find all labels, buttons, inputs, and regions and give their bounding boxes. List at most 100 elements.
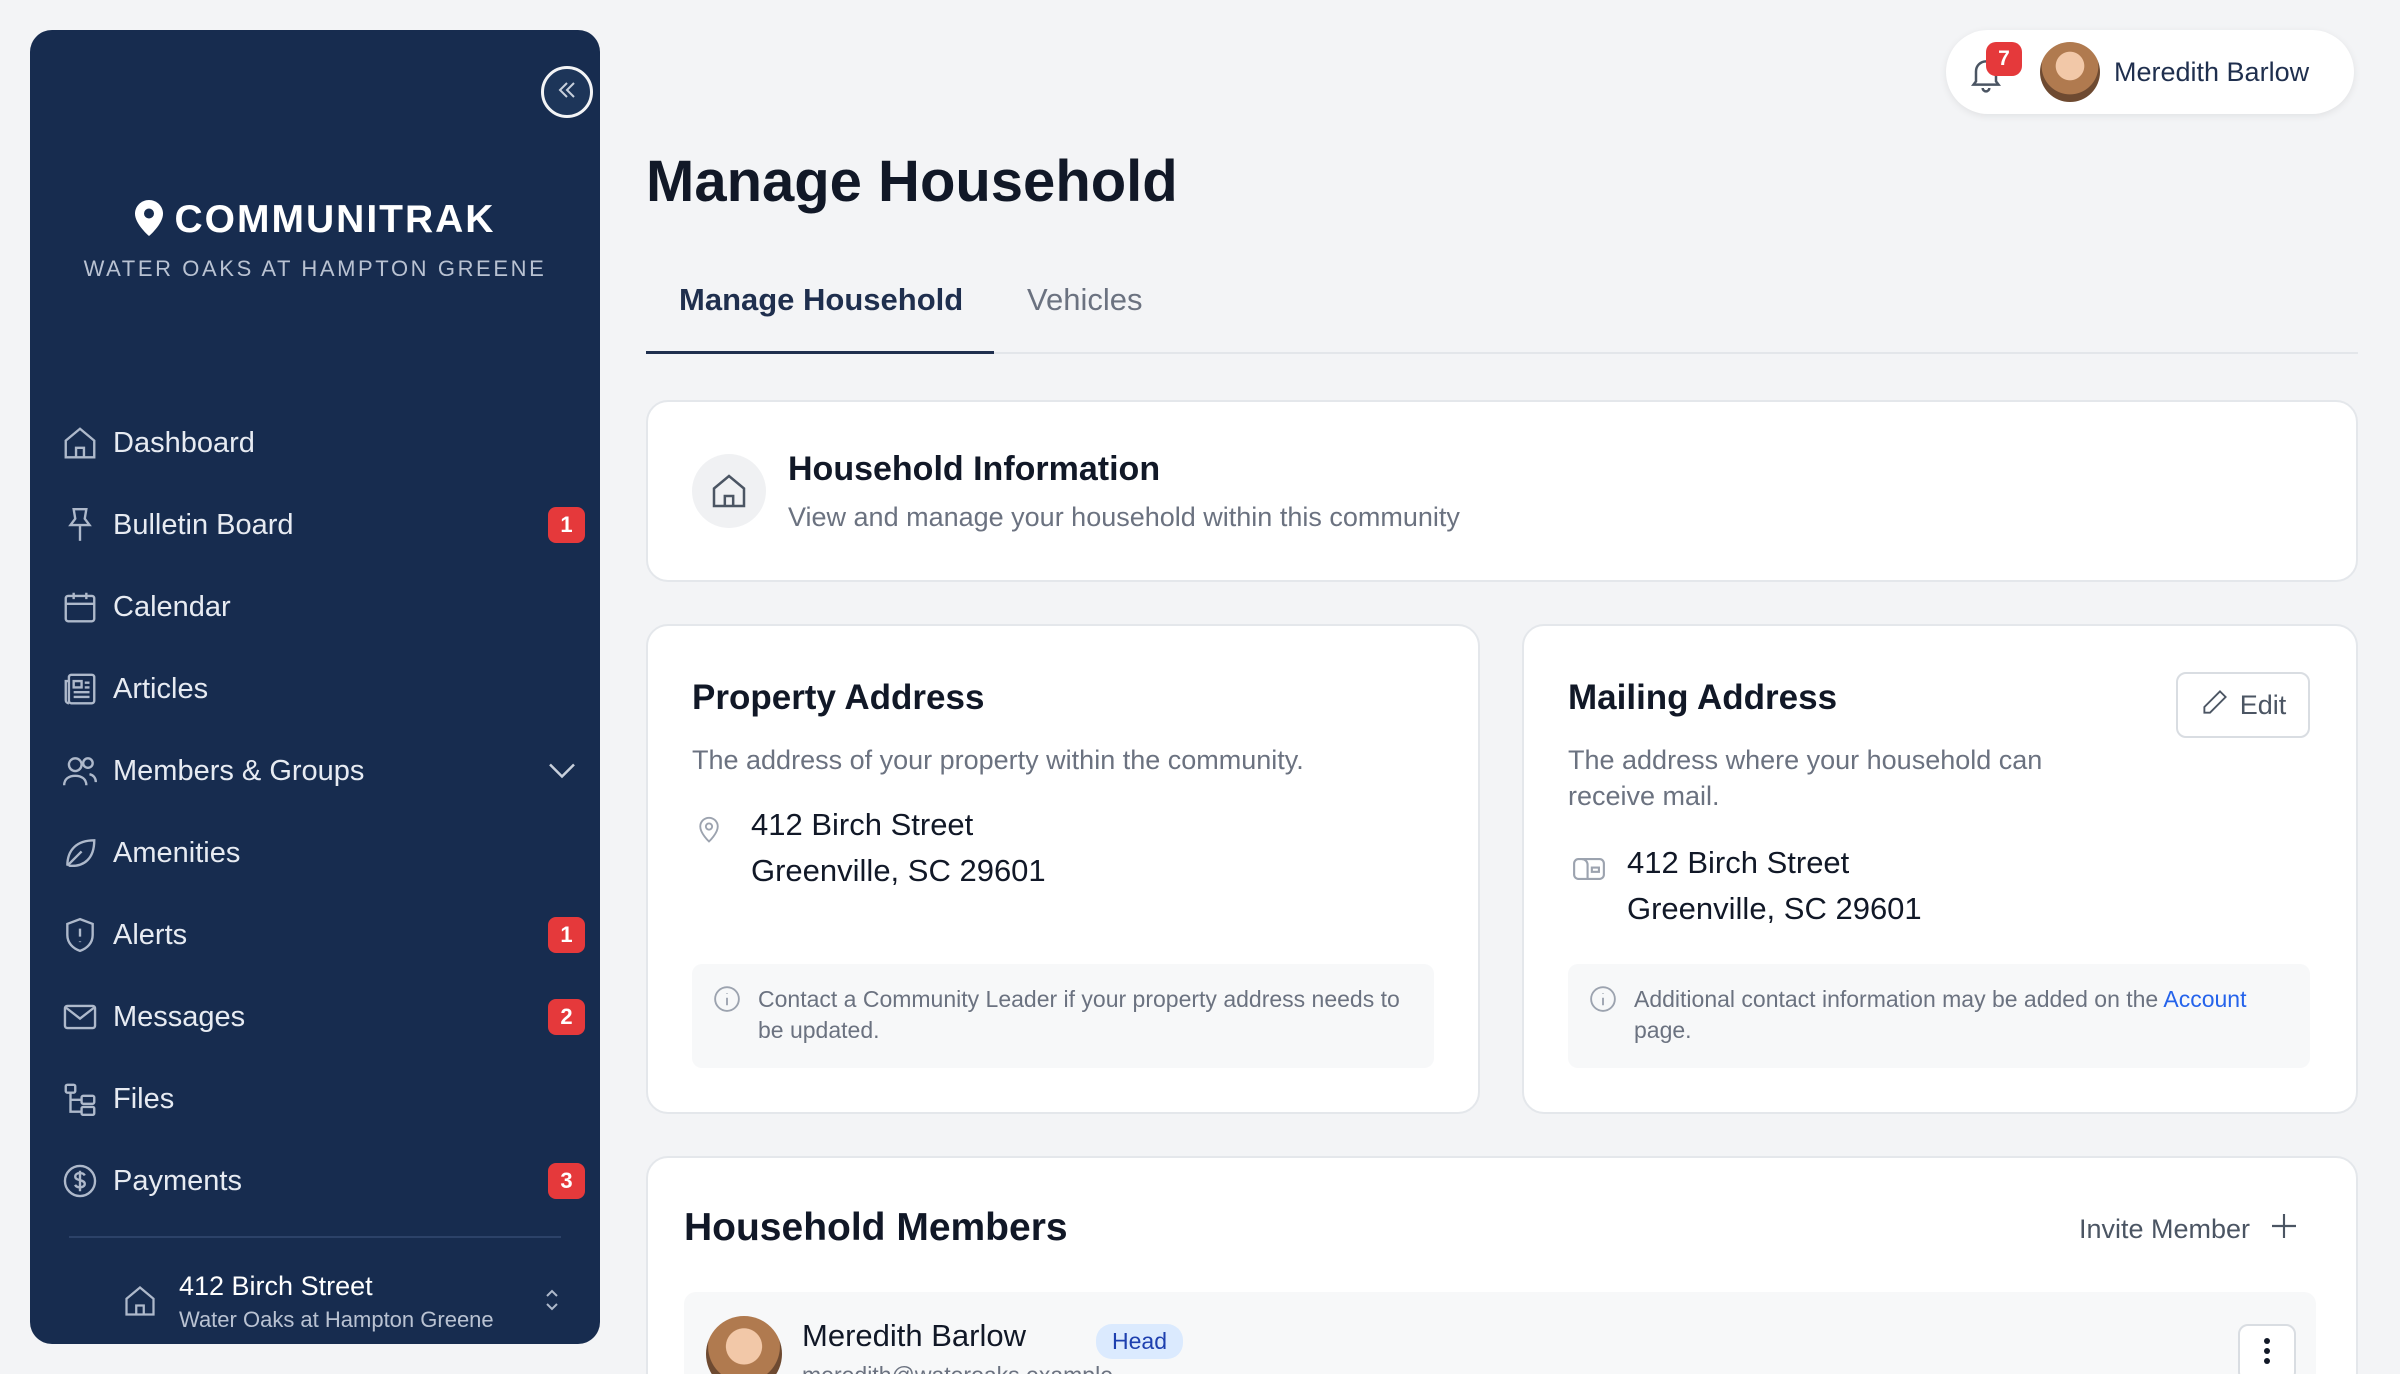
property-address-card: Property Address The address of your pro… <box>646 624 1480 1114</box>
household-switcher[interactable]: 412 Birch Street Water Oaks at Hampton G… <box>90 1267 570 1337</box>
card-title: Mailing Address <box>1568 678 1838 717</box>
dollar-circle-icon <box>60 1161 100 1201</box>
mail-icon <box>60 997 100 1037</box>
brand: COMMUNITRAK WATER OAKS AT HAMPTON GREENE <box>30 198 600 282</box>
account-link[interactable]: Account <box>2163 986 2246 1012</box>
more-options-button[interactable] <box>2238 1324 2296 1374</box>
sidebar-item-label: Payments <box>113 1164 242 1197</box>
pencil-icon <box>2200 687 2230 724</box>
card-title: Property Address <box>692 678 985 717</box>
community-name: WATER OAKS AT HAMPTON GREENE <box>83 256 547 281</box>
household-address: 412 Birch Street <box>179 1271 373 1301</box>
sidebar-divider <box>69 1236 561 1238</box>
address-line-2: Greenville, SC 29601 <box>751 853 1046 888</box>
sidebar-item-label: Members & Groups <box>113 754 365 787</box>
edit-button-label: Edit <box>2239 689 2287 720</box>
user-name[interactable]: Meredith Barlow <box>2114 57 2309 88</box>
brand-name[interactable]: COMMUNITRAK <box>175 198 496 242</box>
home-icon <box>60 423 100 463</box>
mailing-address-card: Mailing Address Edit The address where y… <box>1522 624 2358 1114</box>
sidebar-item-calendar[interactable]: Calendar <box>60 566 585 648</box>
plus-icon <box>2268 1210 2300 1249</box>
member-name: Meredith Barlow <box>802 1318 1026 1353</box>
card-title: Household Members <box>684 1206 1068 1249</box>
address-line-1: 412 Birch Street <box>1627 845 1850 880</box>
note-text-suffix: page. <box>1634 1017 1692 1043</box>
invite-member-label: Invite Member <box>2078 1214 2250 1244</box>
avatar <box>706 1316 782 1374</box>
chevrons-left-icon <box>556 79 578 106</box>
card-subtitle: View and manage your household within th… <box>788 502 1460 532</box>
description-line: The address where your household can <box>1568 745 2043 775</box>
note-text: Contact a Community Leader if your prope… <box>758 986 1400 1043</box>
active-tab-indicator <box>646 351 994 354</box>
sidebar-item-files[interactable]: Files <box>60 1058 585 1140</box>
page-title: Manage Household <box>646 149 1178 214</box>
tab-label: Vehicles <box>1027 282 1143 317</box>
tab-vehicles[interactable]: Vehicles <box>1027 282 1142 348</box>
sidebar-item-payments[interactable]: Payments 3 <box>60 1140 585 1222</box>
household-members-card: Household Members Invite Member Meredith… <box>646 1156 2358 1374</box>
home-icon <box>122 1283 158 1324</box>
info-icon <box>1588 984 1618 1019</box>
sidebar-item-amenities[interactable]: Amenities <box>60 812 585 894</box>
notification-count-badge: 7 <box>1986 42 2022 76</box>
sidebar-item-articles[interactable]: Articles <box>60 648 585 730</box>
calendar-icon <box>60 587 100 627</box>
map-pin-icon <box>134 199 163 241</box>
sidebar-item-label: Dashboard <box>113 426 255 459</box>
count-badge: 2 <box>548 999 585 1035</box>
mailbox-icon <box>1572 854 1606 889</box>
chevron-up-down-icon <box>544 1287 560 1318</box>
sidebar-item-label: Amenities <box>113 836 241 869</box>
folder-tree-icon <box>60 1079 100 1119</box>
users-icon <box>60 751 100 791</box>
sidebar-item-dashboard[interactable]: Dashboard <box>60 402 585 484</box>
sidebar: COMMUNITRAK WATER OAKS AT HAMPTON GREENE… <box>30 30 600 1344</box>
description-line: receive mail. <box>1568 781 1720 811</box>
household-community: Water Oaks at Hampton Greene <box>179 1307 494 1332</box>
count-badge: 1 <box>548 507 585 543</box>
sidebar-item-label: Files <box>113 1082 175 1115</box>
map-pin-icon <box>694 812 724 851</box>
role-badge: Head <box>1096 1324 1183 1359</box>
card-title: Household Information <box>788 450 1161 488</box>
shield-alert-icon <box>60 915 100 955</box>
sidebar-item-label: Bulletin Board <box>113 508 294 541</box>
edit-button[interactable]: Edit <box>2176 672 2310 738</box>
sidebar-item-messages[interactable]: Messages 2 <box>60 976 585 1058</box>
sidebar-item-members-groups[interactable]: Members & Groups <box>60 730 585 812</box>
tab-bar: Manage Household Vehicles <box>646 262 2358 354</box>
home-icon <box>692 454 766 528</box>
avatar[interactable] <box>2040 42 2100 102</box>
leaf-icon <box>60 833 100 873</box>
info-icon <box>712 984 742 1019</box>
sidebar-item-label: Messages <box>113 1000 246 1033</box>
info-note: Contact a Community Leader if your prope… <box>692 964 1434 1068</box>
address-line-2: Greenville, SC 29601 <box>1627 891 1922 926</box>
count-badge: 1 <box>548 917 585 953</box>
app-root: COMMUNITRAK WATER OAKS AT HAMPTON GREENE… <box>0 0 2400 1374</box>
user-menu[interactable]: 7 Meredith Barlow <box>1946 30 2354 114</box>
count-badge: 3 <box>548 1163 585 1199</box>
tab-manage-household[interactable]: Manage Household <box>679 282 963 348</box>
card-description: The address where your household can rec… <box>1568 742 2042 814</box>
card-description: The address of your property within the … <box>692 745 1304 775</box>
more-vertical-icon <box>2263 1337 2271 1370</box>
sidebar-item-alerts[interactable]: Alerts 1 <box>60 894 585 976</box>
sidebar-nav: Dashboard Bulletin Board 1 Calendar Arti… <box>60 402 585 1222</box>
pin-icon <box>60 505 100 545</box>
info-note: Additional contact information may be ad… <box>1568 964 2310 1068</box>
invite-member-button[interactable]: Invite Member <box>2079 1210 2300 1249</box>
address-line-1: 412 Birch Street <box>751 807 974 842</box>
newspaper-icon <box>60 669 100 709</box>
tab-label: Manage Household <box>679 282 964 317</box>
sidebar-item-label: Alerts <box>113 918 188 951</box>
household-information-card: Household Information View and manage yo… <box>646 400 2358 582</box>
note-text: Additional contact information may be ad… <box>1634 984 2284 1046</box>
sidebar-item-bulletin-board[interactable]: Bulletin Board 1 <box>60 484 585 566</box>
collapse-sidebar-button[interactable] <box>541 66 593 118</box>
member-email: meredith@wateroaks.example <box>802 1362 1113 1374</box>
sidebar-item-label: Calendar <box>113 590 231 623</box>
chevron-down-icon[interactable] <box>547 755 577 788</box>
